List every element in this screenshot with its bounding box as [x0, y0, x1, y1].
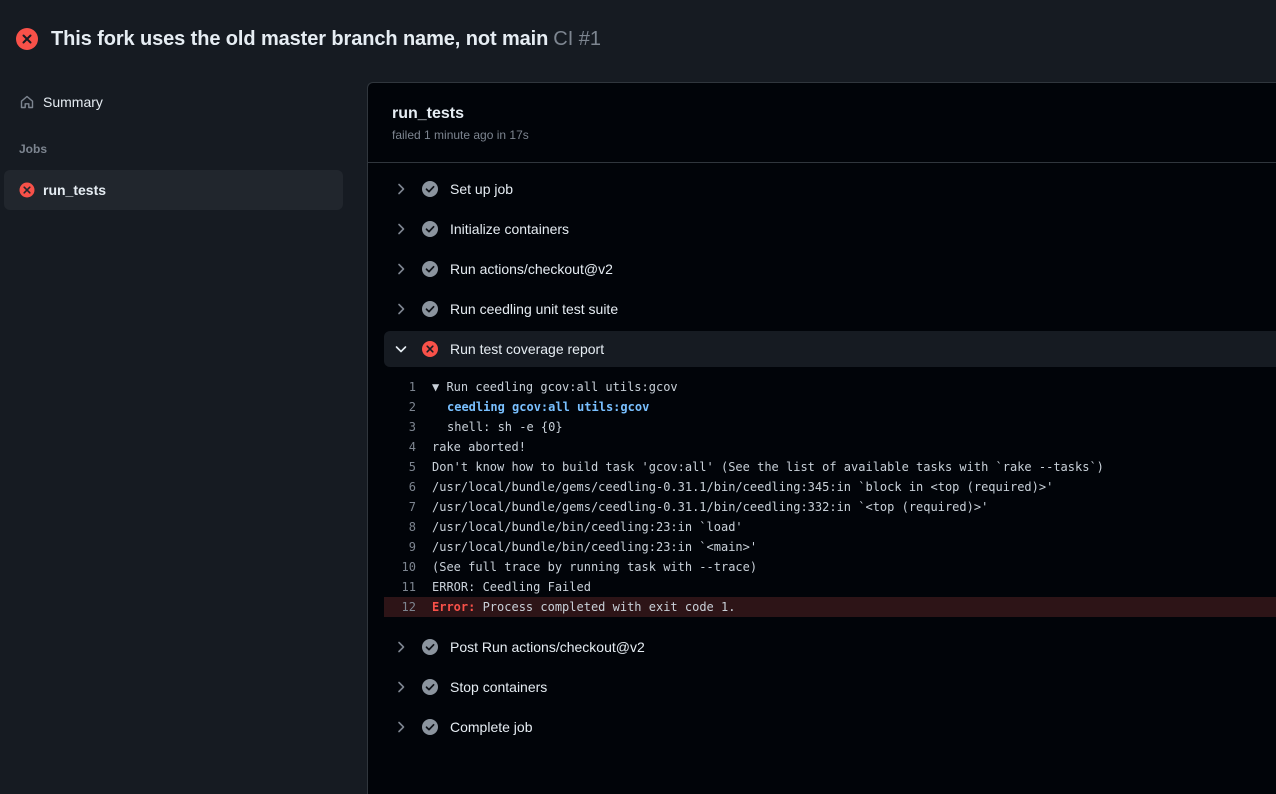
log-line: 7 /usr/local/bundle/gems/ceedling-0.31.1…: [384, 497, 1276, 517]
log-text: Error: Process completed with exit code …: [432, 600, 735, 614]
check-circle-icon: [422, 181, 438, 197]
step-post-run-checkout[interactable]: Post Run actions/checkout@v2: [384, 627, 1276, 667]
workflow-run-label[interactable]: CI #1: [553, 28, 601, 51]
line-number[interactable]: 3: [384, 420, 432, 434]
log-text: (See full trace by running task with --t…: [432, 560, 758, 574]
log-text: shell: sh -e {0}: [447, 420, 563, 434]
step-run-test-coverage-report[interactable]: Run test coverage report: [384, 331, 1276, 367]
chevron-right-icon: [394, 640, 408, 654]
line-number[interactable]: 6: [384, 480, 432, 494]
log-text: ERROR: Ceedling Failed: [432, 580, 591, 594]
log-text: /usr/local/bundle/bin/ceedling:23:in `lo…: [432, 520, 743, 534]
page-header: This fork uses the old master branch nam…: [0, 0, 1276, 78]
step-run-checkout[interactable]: Run actions/checkout@v2: [384, 249, 1276, 289]
log-line: 4 rake aborted!: [384, 437, 1276, 457]
log-line: 11 ERROR: Ceedling Failed: [384, 577, 1276, 597]
log-text: /usr/local/bundle/gems/ceedling-0.31.1/b…: [432, 500, 989, 514]
log-text: /usr/local/bundle/bin/ceedling:23:in `<m…: [432, 540, 758, 554]
sidebar-item-label: run_tests: [43, 182, 107, 198]
step-run-ceedling-unit-tests[interactable]: Run ceedling unit test suite: [384, 289, 1276, 329]
line-number[interactable]: 7: [384, 500, 432, 514]
failed-status-icon: [16, 28, 38, 50]
failed-status-icon: [422, 341, 438, 357]
job-panel: run_tests failed 1 minute ago in 17s Set…: [367, 82, 1276, 794]
log-line: 5 Don't know how to build task 'gcov:all…: [384, 457, 1276, 477]
log-line: 6 /usr/local/bundle/gems/ceedling-0.31.1…: [384, 477, 1276, 497]
log-text: ceedling gcov:all utils:gcov: [447, 400, 650, 414]
log-text: Don't know how to build task 'gcov:all' …: [432, 460, 1104, 474]
line-number[interactable]: 9: [384, 540, 432, 554]
chevron-down-icon: [394, 342, 408, 356]
step-label: Post Run actions/checkout@v2: [450, 639, 645, 655]
error-label: Error:: [432, 600, 476, 614]
step-complete-job[interactable]: Complete job: [384, 707, 1276, 747]
log-line: 10 (See full trace by running task with …: [384, 557, 1276, 577]
line-number[interactable]: 2: [384, 400, 432, 414]
run-title: This fork uses the old master branch nam…: [51, 27, 549, 50]
check-circle-icon: [422, 679, 438, 695]
line-number[interactable]: 8: [384, 520, 432, 534]
sidebar-item-label: Summary: [43, 94, 103, 110]
chevron-right-icon: [394, 302, 408, 316]
chevron-right-icon: [394, 182, 408, 196]
failed-status-icon: [19, 182, 35, 198]
chevron-right-icon: [394, 720, 408, 734]
steps-list: Set up job Initialize containers Run act…: [368, 163, 1276, 747]
check-circle-icon: [422, 221, 438, 237]
step-label: Initialize containers: [450, 221, 570, 237]
job-status-text: failed 1 minute ago in 17s: [392, 128, 529, 142]
home-icon: [19, 94, 35, 110]
line-number[interactable]: 12: [384, 600, 432, 614]
step-stop-containers[interactable]: Stop containers: [384, 667, 1276, 707]
step-label: Complete job: [450, 719, 533, 735]
line-number[interactable]: 5: [384, 460, 432, 474]
sidebar-item-summary[interactable]: Summary: [4, 82, 343, 122]
check-circle-icon: [422, 639, 438, 655]
log-text: rake aborted!: [432, 440, 526, 454]
job-header: run_tests failed 1 minute ago in 17s: [368, 83, 1276, 163]
line-number[interactable]: 10: [384, 560, 432, 574]
step-log: 1 ▼ Run ceedling gcov:all utils:gcov 2 c…: [384, 367, 1276, 627]
log-line: 9 /usr/local/bundle/bin/ceedling:23:in `…: [384, 537, 1276, 557]
step-initialize-containers[interactable]: Initialize containers: [384, 209, 1276, 249]
sidebar-item-run-tests[interactable]: run_tests: [4, 170, 343, 210]
step-label: Stop containers: [450, 679, 548, 695]
step-label: Run actions/checkout@v2: [450, 261, 613, 277]
log-line[interactable]: 1 ▼ Run ceedling gcov:all utils:gcov: [384, 377, 1276, 397]
sidebar: Summary Jobs run_tests: [0, 78, 367, 794]
step-label: Run test coverage report: [450, 341, 605, 357]
log-line-error: 12 Error: Process completed with exit co…: [384, 597, 1276, 617]
chevron-right-icon: [394, 680, 408, 694]
check-circle-icon: [422, 261, 438, 277]
log-line: 8 /usr/local/bundle/bin/ceedling:23:in `…: [384, 517, 1276, 537]
log-line: 3 shell: sh -e {0}: [384, 417, 1276, 437]
check-circle-icon: [422, 301, 438, 317]
log-text: /usr/local/bundle/gems/ceedling-0.31.1/b…: [432, 480, 1054, 494]
log-line: 2 ceedling gcov:all utils:gcov: [384, 397, 1276, 417]
line-number[interactable]: 4: [384, 440, 432, 454]
line-number[interactable]: 1: [384, 380, 432, 394]
jobs-heading: Jobs: [19, 142, 48, 156]
step-label: Set up job: [450, 181, 514, 197]
chevron-right-icon: [394, 222, 408, 236]
step-label: Run ceedling unit test suite: [450, 301, 619, 317]
check-circle-icon: [422, 719, 438, 735]
error-message: Process completed with exit code 1.: [475, 600, 736, 614]
step-set-up-job[interactable]: Set up job: [384, 169, 1276, 209]
log-text: ▼ Run ceedling gcov:all utils:gcov: [432, 380, 678, 394]
line-number[interactable]: 11: [384, 580, 432, 594]
job-title: run_tests: [392, 105, 465, 122]
chevron-right-icon: [394, 262, 408, 276]
